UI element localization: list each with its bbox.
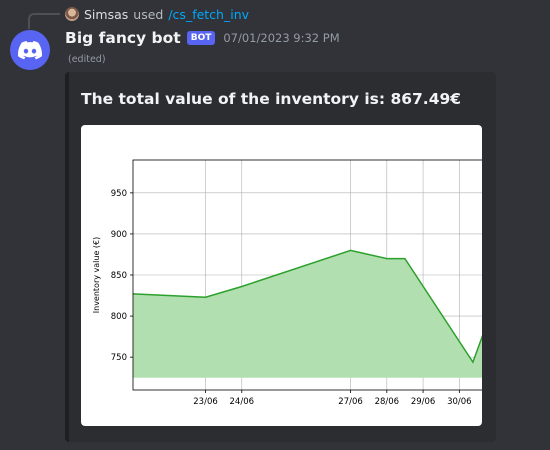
y-tick-label: 750 bbox=[111, 353, 127, 363]
inventory-chart: 750 800 850 900 950 23/06 24/06 27/06 28/06 29/0… bbox=[92, 159, 482, 407]
message-timestamp[interactable]: 07/01/2023 9:32 PM bbox=[223, 31, 339, 45]
reply-connector bbox=[28, 13, 60, 29]
x-tick-label: 29/06 bbox=[411, 397, 436, 407]
bot-badge: BOT bbox=[186, 31, 216, 45]
reply-reference[interactable]: Simsas used /cs_fetch_inv bbox=[65, 5, 249, 23]
x-tick-label: 23/06 bbox=[193, 397, 218, 407]
y-tick-label: 850 bbox=[111, 271, 127, 281]
user-avatar-icon[interactable] bbox=[65, 7, 79, 21]
x-tick-label: 24/06 bbox=[230, 397, 255, 407]
y-axis-label: Inventory value (€) bbox=[92, 237, 101, 313]
reply-action: used bbox=[133, 6, 164, 22]
reply-username[interactable]: Simsas bbox=[84, 7, 128, 22]
x-tick-label: 30/06 bbox=[447, 397, 472, 407]
command-link[interactable]: /cs_fetch_inv bbox=[168, 7, 249, 22]
message-header: Big fancy bot BOT 07/01/2023 9:32 PM bbox=[65, 27, 340, 49]
x-axis-ticks: 23/0624/0627/0628/0629/0630/0601/07 bbox=[193, 390, 472, 407]
bot-avatar[interactable] bbox=[10, 30, 50, 70]
edited-label: (edited) bbox=[68, 54, 106, 65]
discord-logo-icon bbox=[18, 40, 42, 59]
y-axis-ticks: 750 800 850 900 950 bbox=[111, 189, 133, 363]
x-tick-label: 27/06 bbox=[338, 397, 363, 407]
y-tick-label: 950 bbox=[111, 189, 127, 199]
embed-chart-image[interactable]: 750 800 850 900 950 23/06 24/06 27/06 28/06 29/0… bbox=[81, 125, 482, 426]
embed: The total value of the inventory is: 867… bbox=[65, 72, 496, 442]
inventory-area-fill bbox=[133, 250, 482, 378]
embed-title: The total value of the inventory is: 867… bbox=[81, 90, 462, 108]
y-tick-label: 900 bbox=[111, 230, 127, 240]
x-tick-label: 28/06 bbox=[375, 397, 400, 407]
y-tick-label: 800 bbox=[111, 312, 127, 322]
author-name[interactable]: Big fancy bot bbox=[65, 29, 181, 47]
